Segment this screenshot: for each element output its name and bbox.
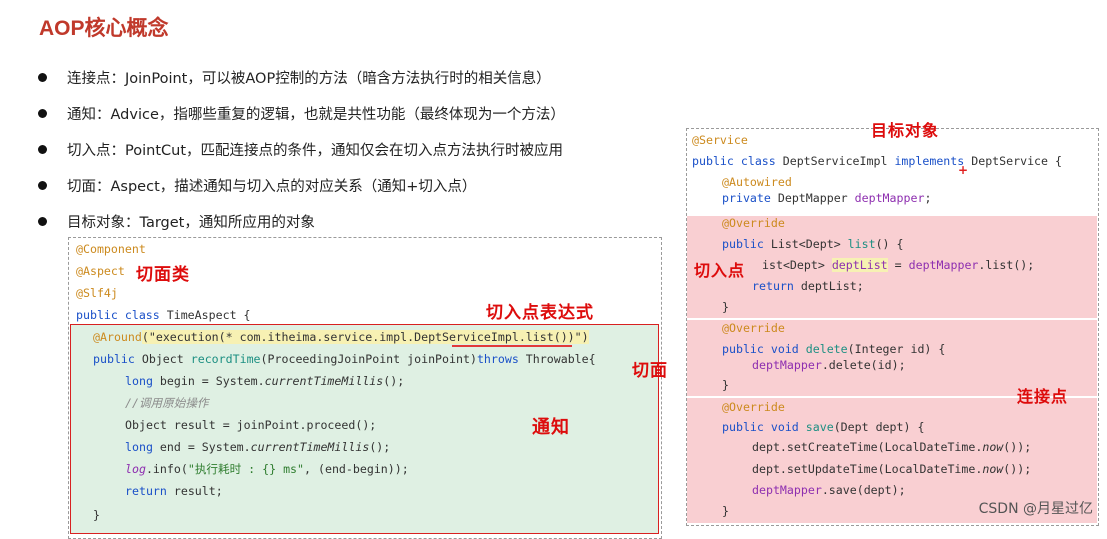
code-line: dept.setCreateTime(LocalDateTime.now()); xyxy=(752,440,1032,454)
label-joinpoint: 连接点 xyxy=(1017,387,1069,406)
bullet-icon xyxy=(38,109,47,118)
label-target-object: 目标对象 xyxy=(871,121,940,140)
code-line: public Object recordTime(ProceedingJoinP… xyxy=(93,352,596,366)
code-line: long begin = System.currentTimeMillis(); xyxy=(125,374,405,388)
code-line: private DeptMapper deptMapper; xyxy=(722,191,932,205)
code-line: } xyxy=(722,300,729,314)
code-line: deptMapper.delete(id); xyxy=(752,358,906,372)
code-line: return deptList; xyxy=(752,279,864,293)
bullet-icon xyxy=(38,217,47,226)
code-line: } xyxy=(722,378,729,392)
page-title: AOP核心概念 xyxy=(39,17,169,40)
code-line: long end = System.currentTimeMillis(); xyxy=(125,440,391,454)
label-advice: 通知 xyxy=(532,417,570,438)
code-line: public void save(Dept dept) { xyxy=(722,420,925,434)
list-item: 切入点：PointCut，匹配连接点的条件，通知仅会在切入点方法执行时被应用 xyxy=(38,138,565,174)
code-line: public class TimeAspect { xyxy=(76,308,251,322)
code-line: log.info("执行耗时 : {} ms", (end-begin)); xyxy=(125,462,409,476)
code-line: @Slf4j xyxy=(76,286,118,300)
code-line: Object result = joinPoint.proceed(); xyxy=(125,418,377,432)
label-aspect-class: 切面类 xyxy=(136,265,190,285)
list-item: 连接点：JoinPoint，可以被AOP控制的方法（暗含方法执行时的相关信息） xyxy=(38,66,565,102)
label-pointcut-expression: 切入点表达式 xyxy=(486,303,594,323)
code-line: public List<Dept> list() { xyxy=(722,237,904,251)
label-aspect: 切面 xyxy=(632,361,668,381)
concept-list: 连接点：JoinPoint，可以被AOP控制的方法（暗含方法执行时的相关信息） … xyxy=(38,66,565,246)
code-line: public class DeptServiceImpl implements … xyxy=(692,154,1062,168)
watermark: CSDN @月星过亿 xyxy=(978,501,1093,517)
code-line: @Override xyxy=(722,216,785,230)
code-line: return result; xyxy=(125,484,223,498)
cursor-plus-icon: + xyxy=(958,163,969,177)
pointcut-underline xyxy=(452,345,572,347)
code-line: dept.setUpdateTime(LocalDateTime.now()); xyxy=(752,462,1032,476)
list-item: 切面：Aspect，描述通知与切入点的对应关系（通知+切入点） xyxy=(38,174,565,210)
label-pointcut: 切入点 xyxy=(694,261,746,280)
bullet-icon xyxy=(38,73,47,82)
bullet-icon xyxy=(38,145,47,154)
bullet-icon xyxy=(38,181,47,190)
code-line: } xyxy=(93,508,100,522)
list-item: 通知：Advice，指哪些重复的逻辑，也就是共性功能（最终体现为一个方法） xyxy=(38,102,565,138)
code-line: @Aspect xyxy=(76,264,125,278)
code-line: @Around("execution(* com.itheima.service… xyxy=(93,330,589,344)
code-line: @Override xyxy=(722,400,785,414)
code-line: ist<Dept> deptList = deptMapper.list(); xyxy=(762,258,1035,272)
pointcut-target-name: DeptServiceImpl xyxy=(414,330,519,344)
code-line: @Service xyxy=(692,133,748,147)
code-line: @Override xyxy=(722,321,785,335)
code-comment: //调用原始操作 xyxy=(125,396,209,410)
code-line: @Component xyxy=(76,242,146,256)
code-line: deptMapper.save(dept); xyxy=(752,483,906,497)
code-line: } xyxy=(722,504,729,518)
